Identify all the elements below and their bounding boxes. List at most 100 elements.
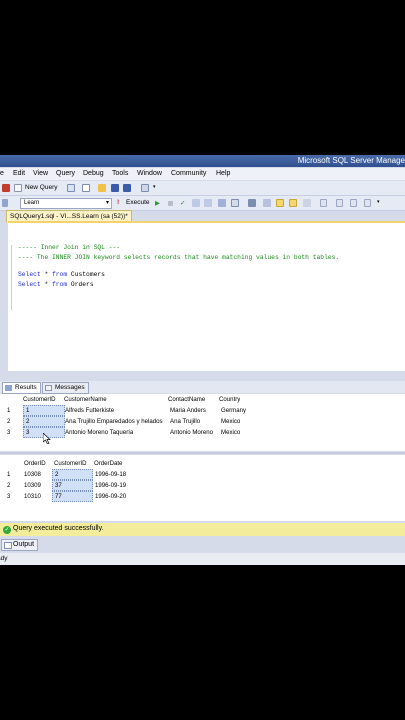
code-line-2: ---- The INNER JOIN keyword selects reco… [18,254,340,261]
table-cell[interactable]: Alfreds Futterkiste [65,407,114,414]
code-text: * [40,281,53,288]
message-icon [45,385,52,391]
table-cell[interactable]: Maria Anders [170,407,206,414]
debug-icon[interactable]: ▶ [155,199,160,207]
column-header[interactable]: OrderID [24,460,46,467]
menu-edit[interactable]: Edit [13,170,25,177]
new-query-icon [14,184,22,192]
menu-community[interactable]: Community [171,170,206,177]
column-header[interactable]: CustomerName [64,396,107,403]
table-name: Orders [67,281,94,288]
tab-output-label: Output [13,541,35,548]
analysis-query-icon[interactable] [82,184,90,192]
table-cell[interactable]: 10309 [24,482,41,489]
menu-debug[interactable]: Debug [83,170,104,177]
title-bar: Microsoft SQL Server Manage [0,155,405,167]
display-plan-icon[interactable] [192,199,200,207]
options-icon[interactable] [218,199,226,207]
menu-tools[interactable]: Tools [112,170,128,177]
parse-icon[interactable]: ✓ [180,199,185,207]
increase-indent-icon[interactable] [364,199,371,207]
open-folder-icon[interactable] [98,184,106,192]
save-icon[interactable] [111,184,119,192]
table-cell[interactable]: 1996-09-19 [95,482,126,489]
save-all-icon[interactable] [123,184,131,192]
chevron-down-icon: ▾ [105,200,109,206]
window-title: Microsoft SQL Server Manage [297,156,405,165]
menu-view[interactable]: View [33,170,48,177]
tab-results[interactable]: Results [2,382,41,394]
table-cell[interactable]: Germany [221,407,246,414]
output-panel-bar: Output [0,538,405,551]
table-cell[interactable]: 2 [52,469,93,480]
row-number: 1 [7,407,11,414]
toolbar2-chevron-icon[interactable]: ▾ [377,199,380,205]
results-to-grid-icon[interactable] [289,199,297,207]
table-cell[interactable]: Ana Trujillo Emparedados y helados [65,418,163,425]
menu-bar: e Edit View Query Debug Tools Window Com… [0,168,405,180]
table-cell[interactable]: Antonio Moreno Taquería [65,429,133,436]
intellisense-icon[interactable] [231,199,239,207]
query-status-bar: ✓ Query executed successfully. [0,523,405,536]
table-cell[interactable]: 10310 [24,493,41,500]
tab-messages[interactable]: Messages [42,382,89,394]
results-to-text-icon[interactable] [276,199,284,207]
new-file-icon[interactable] [2,184,10,192]
cancel-query-icon[interactable] [168,201,173,206]
query-designer-icon[interactable] [204,199,212,207]
include-plan-icon[interactable] [248,199,256,207]
database-select[interactable]: Learn ▾ [20,198,112,209]
menu-help[interactable]: Help [216,170,230,177]
keyword-select: Select [18,271,41,278]
column-header[interactable]: CustomerID [54,460,87,467]
uncomment-icon[interactable] [336,199,343,207]
results-tab-strip: Results Messages [0,381,405,394]
tab-output[interactable]: Output [1,539,39,551]
table-cell[interactable]: 1996-09-20 [95,493,126,500]
table-cell[interactable]: Mexico [221,429,240,436]
query-editor[interactable]: ----- Inner Join in SQL --- ---- The INN… [8,221,405,371]
table-cell[interactable]: Mexico [221,418,240,425]
row-number: 2 [7,482,11,489]
sql-editor-toolbar: Learn ▾ ! Execute ▶ ✓ ▾ [0,196,405,211]
column-header[interactable]: OrderDate [94,460,122,467]
execute-icon: ! [117,199,120,206]
ssms-window: Microsoft SQL Server Manage e Edit View … [0,155,405,565]
activity-monitor-icon[interactable] [141,184,149,192]
code-line-4: Select * from Orders [18,281,94,288]
execute-button[interactable]: Execute [126,199,150,206]
table-cell[interactable]: 2 [23,416,65,427]
table-cell[interactable]: 1996-09-18 [95,471,126,478]
bottom-letterbox [0,565,405,720]
output-window-icon [4,542,12,549]
standard-toolbar: New Query ▾ [0,181,405,196]
table-cell[interactable]: Ana Trujillo [170,418,200,425]
results-grid-customers: CustomerID CustomerName ContactName Coun… [0,394,405,451]
new-query-button[interactable]: New Query [25,184,58,191]
database-engine-query-icon[interactable] [67,184,75,192]
column-header[interactable]: ContactName [168,396,205,403]
app-status-bar: ady [0,553,405,565]
toolbar1-chevron-icon[interactable]: ▾ [153,184,156,190]
grid-splitter[interactable] [0,452,405,454]
table-cell[interactable]: 10308 [24,471,41,478]
comment-icon[interactable] [320,199,327,207]
keyword-from: from [52,271,68,278]
checkmark-icon: ✓ [3,526,11,534]
table-cell[interactable]: 37 [52,480,93,491]
mouse-cursor-icon [43,433,51,444]
client-statistics-icon[interactable] [263,199,271,207]
menu-query[interactable]: Query [56,170,75,177]
column-header[interactable]: Country [219,396,240,403]
menu-file[interactable]: e [0,170,4,177]
table-cell[interactable]: Antonio Moreno [170,429,213,436]
decrease-indent-icon[interactable] [350,199,357,207]
code-line-3: Select * from Customers [18,271,105,278]
column-header[interactable]: CustomerID [23,396,56,403]
menu-window[interactable]: Window [137,170,162,177]
table-cell[interactable]: 1 [23,405,65,416]
top-letterbox [0,0,405,155]
table-cell[interactable]: 77 [52,491,93,502]
keyword-from: from [52,281,68,288]
results-to-file-icon[interactable] [303,199,311,207]
